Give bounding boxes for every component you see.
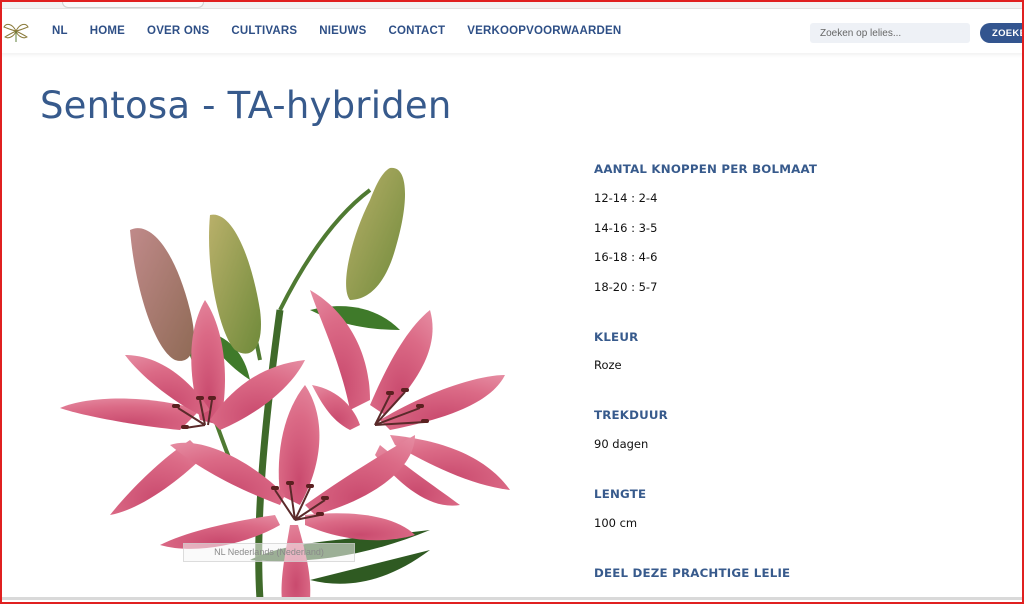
value-kleur: Roze [594,358,622,372]
language-overlay[interactable]: NL Nederlands (Nederland) [183,543,355,562]
lily-flower-image [60,167,510,600]
nav-language[interactable]: NL [52,25,68,37]
nav-cultivars[interactable]: CULTIVARS [231,25,297,37]
value-knoppen-1: 12-14 : 2-4 [594,191,658,205]
browser-top-strip [0,0,1024,9]
heading-kleur: KLEUR [594,330,639,344]
nav-contact[interactable]: CONTACT [388,25,445,37]
nav-links: NL HOME OVER ONS CULTIVARS NIEUWS CONTAC… [52,9,643,53]
heading-share: DEEL DEZE PRACHTIGE LELIE [594,566,791,580]
bottom-scroll-edge [0,597,1024,600]
value-lengte: 100 cm [594,516,638,530]
value-knoppen-2: 14-16 : 3-5 [594,221,658,235]
value-knoppen-3: 16-18 : 4-6 [594,250,658,264]
search-button[interactable]: ZOEKEN [980,23,1024,43]
nav-nieuws[interactable]: NIEUWS [319,25,366,37]
search-input[interactable] [810,23,970,43]
heading-knoppen: AANTAL KNOPPEN PER BOLMAAT [594,162,818,176]
browser-tab[interactable] [62,0,204,8]
heading-lengte: LENGTE [594,487,647,501]
main-navigation: NL HOME OVER ONS CULTIVARS NIEUWS CONTAC… [0,9,1024,53]
nav-verkoopvoorwaarden[interactable]: VERKOOPVOORWAARDEN [467,25,621,37]
lily-logo-icon[interactable] [2,19,30,43]
value-trekduur: 90 dagen [594,437,649,451]
nav-over-ons[interactable]: OVER ONS [147,25,209,37]
nav-home[interactable]: HOME [90,25,125,37]
page-title: Sentosa - TA-hybriden [40,84,452,127]
heading-trekduur: TREKDUUR [594,408,668,422]
value-knoppen-4: 18-20 : 5-7 [594,280,658,294]
